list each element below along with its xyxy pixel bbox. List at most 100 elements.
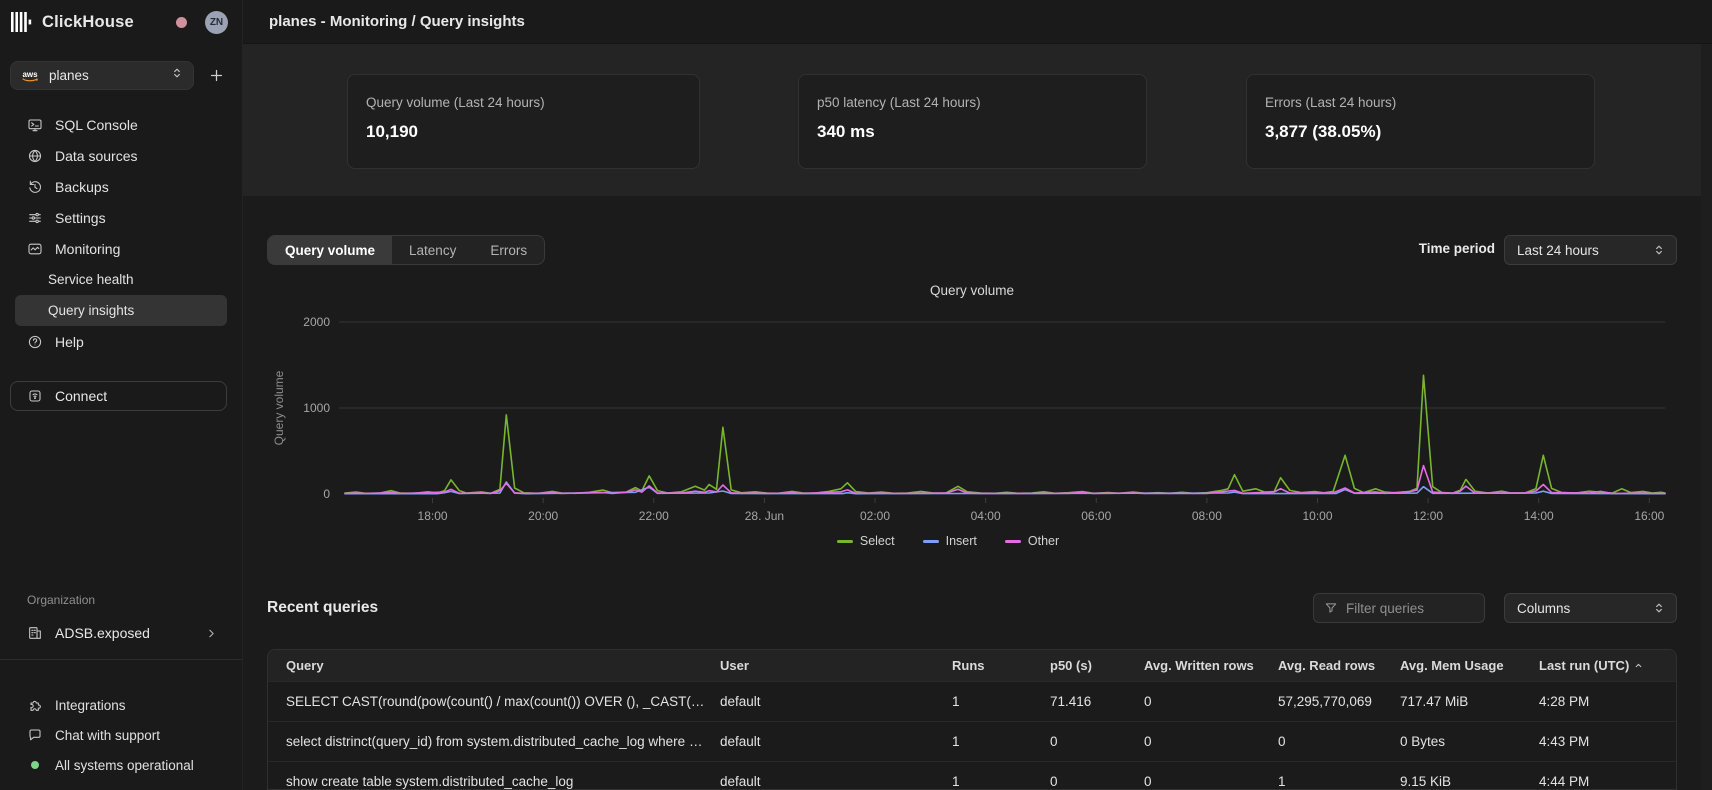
column-header-runs[interactable]: Runs bbox=[952, 658, 1050, 673]
legend-item-select[interactable]: Select bbox=[837, 534, 895, 548]
column-header-user[interactable]: User bbox=[720, 658, 952, 673]
organization-icon bbox=[27, 625, 44, 641]
svg-text:0: 0 bbox=[323, 487, 330, 501]
column-header-p50-s-[interactable]: p50 (s) bbox=[1050, 658, 1144, 673]
main-content: Query volumeLatencyErrors Time period La… bbox=[243, 196, 1712, 790]
app-root: ClickHouse ZN aws planes SQL bbox=[0, 0, 1712, 790]
chevron-updown-icon bbox=[1652, 601, 1666, 615]
column-header-avg-mem-usage[interactable]: Avg. Mem Usage bbox=[1400, 658, 1539, 673]
tab-errors[interactable]: Errors bbox=[473, 236, 544, 264]
legend-label: Insert bbox=[946, 534, 977, 548]
clickhouse-logo[interactable]: ClickHouse bbox=[11, 12, 134, 32]
column-header-avg-read-rows[interactable]: Avg. Read rows bbox=[1278, 658, 1400, 673]
sidebar-item-sql-console[interactable]: SQL Console bbox=[15, 109, 227, 140]
chart-legend: Select Insert Other bbox=[243, 534, 1653, 548]
sidebar-item-help[interactable]: Help bbox=[15, 326, 227, 357]
table-cell: 0 bbox=[1050, 734, 1144, 749]
columns-select-value: Columns bbox=[1517, 601, 1652, 616]
sidebar-item-backups[interactable]: Backups bbox=[15, 171, 227, 202]
sidebar-item-label: Data sources bbox=[55, 148, 137, 164]
sidebar-footer-integrations[interactable]: Integrations bbox=[0, 690, 242, 720]
sidebar-footer-chat-with-support[interactable]: Chat with support bbox=[0, 720, 242, 750]
svg-text:08:00: 08:00 bbox=[1192, 509, 1222, 523]
aws-icon: aws bbox=[20, 69, 40, 83]
help-icon bbox=[27, 334, 43, 350]
table-header-row: QueryUserRunsp50 (s)Avg. Written rowsAvg… bbox=[268, 650, 1676, 681]
column-header-last-run-utc-[interactable]: Last run (UTC) bbox=[1539, 658, 1677, 673]
column-header-label: User bbox=[720, 658, 749, 673]
user-avatar[interactable]: ZN bbox=[205, 11, 228, 34]
sidebar-item-label: Service health bbox=[48, 272, 134, 287]
table-cell: default bbox=[720, 694, 952, 709]
table-row[interactable]: select distrinct(query_id) from system.d… bbox=[268, 721, 1676, 761]
table-cell: 4:28 PM bbox=[1539, 694, 1677, 709]
vertical-scrollbar[interactable] bbox=[1701, 44, 1712, 790]
recent-queries-title: Recent queries bbox=[267, 599, 378, 617]
tab-query-volume[interactable]: Query volume bbox=[268, 236, 392, 264]
chevron-updown-icon bbox=[1652, 243, 1666, 257]
monitoring-icon bbox=[27, 241, 43, 257]
table-row[interactable]: show create table system.distributed_cac… bbox=[268, 761, 1676, 790]
table-cell: 1 bbox=[952, 694, 1050, 709]
organization-switcher[interactable]: ADSB.exposed bbox=[15, 618, 232, 648]
time-period-select[interactable]: Last 24 hours bbox=[1504, 235, 1677, 265]
stat-label: p50 latency (Last 24 hours) bbox=[817, 95, 1128, 110]
table-cell: 0 bbox=[1144, 774, 1278, 789]
status-green-dot bbox=[31, 761, 39, 769]
svg-text:14:00: 14:00 bbox=[1524, 509, 1554, 523]
organization-name: ADSB.exposed bbox=[55, 625, 150, 641]
connect-button[interactable]: Connect bbox=[10, 381, 227, 411]
stat-card: p50 latency (Last 24 hours)340 ms bbox=[798, 74, 1147, 169]
filter-queries-input[interactable] bbox=[1346, 601, 1474, 616]
stat-card: Errors (Last 24 hours)3,877 (38.05%) bbox=[1246, 74, 1595, 169]
legend-item-insert[interactable]: Insert bbox=[923, 534, 977, 548]
sidebar-item-monitoring[interactable]: Monitoring bbox=[15, 233, 227, 264]
column-header-avg-written-rows[interactable]: Avg. Written rows bbox=[1144, 658, 1278, 673]
table-cell: 1 bbox=[952, 774, 1050, 789]
footer-item-label: All systems operational bbox=[55, 758, 194, 773]
sort-asc-icon bbox=[1633, 660, 1644, 671]
legend-item-other[interactable]: Other bbox=[1005, 534, 1059, 548]
svg-text:04:00: 04:00 bbox=[971, 509, 1001, 523]
footer-item-label: Integrations bbox=[55, 698, 126, 713]
sidebar-divider bbox=[0, 659, 242, 660]
plus-icon bbox=[208, 67, 225, 84]
table-cell: 1 bbox=[1278, 774, 1400, 789]
table-cell: 0 bbox=[1050, 774, 1144, 789]
sidebar-item-service-health[interactable]: Service health bbox=[15, 264, 227, 295]
table-row[interactable]: SELECT CAST(round(pow(count() / max(coun… bbox=[268, 681, 1676, 721]
tab-latency[interactable]: Latency bbox=[392, 236, 473, 264]
legend-label: Other bbox=[1028, 534, 1059, 548]
sidebar-header: ClickHouse ZN bbox=[11, 8, 228, 36]
sidebar-footer-all-systems-operational[interactable]: All systems operational bbox=[0, 750, 242, 780]
time-period-label: Time period bbox=[1395, 241, 1495, 256]
clickhouse-logo-icon bbox=[11, 12, 33, 32]
columns-select[interactable]: Columns bbox=[1504, 593, 1677, 623]
svg-text:2000: 2000 bbox=[303, 315, 330, 329]
breadcrumb: planes - Monitoring / Query insights bbox=[269, 13, 525, 30]
organization-section-label: Organization bbox=[27, 593, 95, 607]
sidebar: ClickHouse ZN aws planes SQL bbox=[0, 0, 243, 790]
chart-tabs: Query volumeLatencyErrors bbox=[267, 235, 545, 265]
table-cell: 71.416 bbox=[1050, 694, 1144, 709]
stat-label: Query volume (Last 24 hours) bbox=[366, 95, 681, 110]
chart-svg: 01000200018:0020:0022:0028. Jun02:0004:0… bbox=[267, 280, 1677, 530]
add-service-button[interactable] bbox=[208, 67, 225, 84]
svg-text:aws: aws bbox=[22, 70, 38, 79]
table-cell: select distrinct(query_id) from system.d… bbox=[268, 734, 720, 749]
table-cell: default bbox=[720, 774, 952, 789]
svg-text:20:00: 20:00 bbox=[528, 509, 558, 523]
sidebar-item-data-sources[interactable]: Data sources bbox=[15, 140, 227, 171]
legend-swatch bbox=[837, 540, 853, 543]
legend-label: Select bbox=[860, 534, 895, 548]
column-header-query[interactable]: Query bbox=[268, 658, 720, 673]
sidebar-item-settings[interactable]: Settings bbox=[15, 202, 227, 233]
sidebar-item-query-insights[interactable]: Query insights bbox=[15, 295, 227, 326]
sidebar-item-label: Help bbox=[55, 334, 84, 350]
service-selector[interactable]: aws planes bbox=[10, 61, 194, 90]
legend-swatch bbox=[923, 540, 939, 543]
service-name: planes bbox=[49, 68, 170, 83]
backups-icon bbox=[27, 179, 43, 195]
column-header-label: Avg. Mem Usage bbox=[1400, 658, 1504, 673]
sidebar-footer: Integrations Chat with support All systems… bbox=[0, 690, 242, 780]
